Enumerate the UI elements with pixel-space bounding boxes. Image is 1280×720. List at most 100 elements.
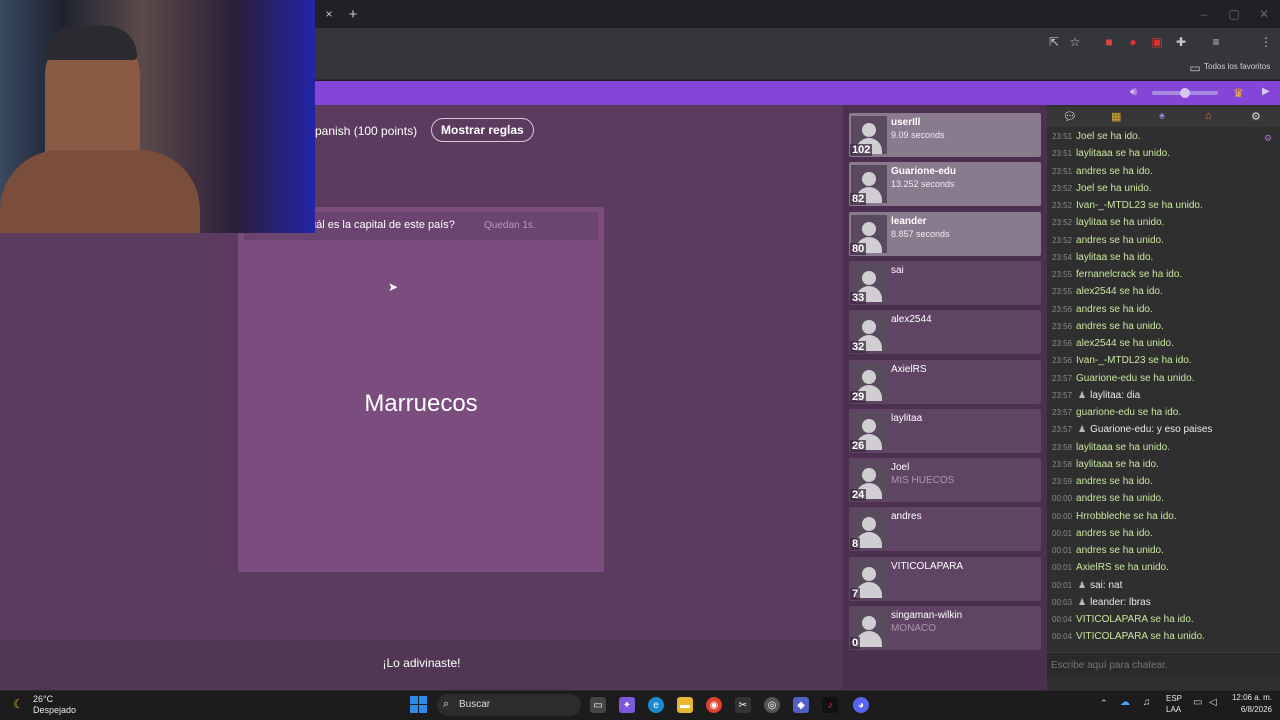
chat-text: Joel se ha unido. <box>1076 182 1152 194</box>
player-points: 7 <box>850 587 861 600</box>
chat-text: andres se ha unido. <box>1076 234 1164 246</box>
language-top[interactable]: ESP <box>1166 694 1182 703</box>
video-extension-icon[interactable]: ▣ <box>1149 34 1165 50</box>
settings-gear-icon[interactable]: ⚙ <box>1251 110 1261 123</box>
webcam-overlay <box>0 0 315 233</box>
player-points: 33 <box>850 291 867 304</box>
score-card[interactable]: 26 laylitaa <box>849 408 1041 453</box>
edge-icon[interactable]: e <box>648 697 664 713</box>
medal-icon[interactable]: ♠ <box>1159 110 1165 122</box>
install-app-icon[interactable]: ⇱ <box>1046 34 1062 50</box>
player-name: laylitaa <box>891 412 923 424</box>
chat-timestamp: 23:52 <box>1052 235 1073 245</box>
tray-cloud-icon[interactable]: ☁ <box>1120 697 1130 708</box>
all-bookmarks-link[interactable]: Todos los favoritos <box>1204 62 1270 71</box>
chat-timestamp: 23:51 <box>1052 149 1073 159</box>
score-card[interactable]: 102 userIll 9.09 seconds <box>849 113 1041 157</box>
chat-line: 23:57 ♟ laylitaa: dia <box>1052 390 1140 401</box>
tiktok-icon[interactable]: ♪ <box>822 697 838 713</box>
window-close-icon[interactable]: ✕ <box>1256 6 1272 22</box>
chat-text: leander: lbras <box>1090 596 1151 608</box>
timer-text: Quedan 1s. <box>484 220 536 231</box>
microphone-icon[interactable]: ♫ <box>1143 697 1151 708</box>
player-points: 29 <box>850 390 867 403</box>
score-card[interactable]: 32 alex2544 <box>849 310 1041 355</box>
volume-slider-handle[interactable] <box>1180 88 1190 98</box>
task-view-icon[interactable]: ▭ <box>590 697 606 713</box>
chat-text: andres se ha ido. <box>1076 165 1153 177</box>
crown-icon[interactable]: ♛ <box>1233 86 1244 100</box>
maximize-icon[interactable]: ▢ <box>1226 6 1242 22</box>
chat-text: Ivan-_-MTDL23 se ha ido. <box>1076 355 1192 367</box>
windows-start-icon[interactable] <box>410 696 427 713</box>
chat-text: laylitaa: dia <box>1090 389 1141 401</box>
capcut-icon[interactable]: ✂ <box>735 697 751 713</box>
media-controls-icon[interactable]: ≡ <box>1208 34 1224 50</box>
score-card[interactable]: 8 andres <box>849 507 1041 552</box>
chat-timestamp: 23:51 <box>1052 166 1073 176</box>
home-icon[interactable]: ⌂ <box>1205 110 1212 122</box>
weather-temp[interactable]: 26°C <box>33 694 53 704</box>
chat-timestamp: 23:57 <box>1052 408 1073 417</box>
chrome-icon[interactable]: ◉ <box>706 697 722 713</box>
chat-timestamp: 23:56 <box>1052 339 1073 348</box>
recorder-extension-icon[interactable]: ● <box>1125 34 1141 50</box>
new-tab-button[interactable]: + <box>345 6 361 23</box>
chat-line: 23:54 laylitaa se ha ido. <box>1052 252 1153 263</box>
file-explorer-icon[interactable]: ▬ <box>677 697 693 713</box>
extensions-puzzle-icon[interactable]: ✚ <box>1173 34 1189 50</box>
chat-tabs: 💬︎ ▦ ♠ ⌂ ⚙ <box>1047 107 1280 127</box>
player-name: andres <box>891 511 922 523</box>
score-card[interactable]: 33 sai <box>849 260 1041 305</box>
chat-line: 00:01 andres se ha ido. <box>1052 528 1153 539</box>
score-card[interactable]: 80 leander 8.857 seconds <box>849 211 1041 256</box>
player-points: 26 <box>850 439 867 452</box>
tray-chevron-icon[interactable]: ⌃ <box>1100 698 1108 709</box>
chat-timestamp: 23:57 <box>1052 373 1073 383</box>
chat-timestamp: 00:04 <box>1052 632 1073 642</box>
user-icon: ♟ <box>1078 389 1087 400</box>
score-card[interactable]: 29 AxielRS <box>849 359 1041 404</box>
show-rules-button[interactable]: Mostrar reglas <box>431 118 534 142</box>
language-label: panish (100 points) <box>315 124 418 138</box>
chat-line: 23:58 laylitaaa se ha unido. <box>1052 442 1170 453</box>
chat-line: 23:52 Joel se ha unido. <box>1052 183 1152 194</box>
speaker-icon[interactable]: ◁ <box>1209 697 1217 708</box>
clock-time[interactable]: 12:06 a. m. <box>1228 693 1272 702</box>
discord-icon[interactable]: ◕ <box>853 697 869 713</box>
chat-timestamp: 23:59 <box>1052 477 1073 486</box>
score-card[interactable]: 82 Guarione-edu 13.252 seconds <box>849 162 1041 207</box>
chat-bubble-icon[interactable]: 💬︎ <box>1063 110 1077 123</box>
play-icon[interactable]: ▶ <box>1262 86 1270 97</box>
score-card[interactable]: 0 singaman-wilkin MONACO <box>849 606 1041 650</box>
network-icon[interactable]: ▭ <box>1193 697 1202 708</box>
app-icon[interactable]: ◆ <box>793 697 809 713</box>
minimize-icon[interactable]: – <box>1196 6 1212 22</box>
chat-line: 23:52 laylitaa se ha unido. <box>1052 217 1164 228</box>
copilot-icon[interactable]: ✦ <box>619 697 635 713</box>
taskbar-search-box[interactable]: ⌕ Buscar <box>437 694 581 716</box>
language-bottom[interactable]: LAA <box>1166 705 1181 714</box>
close-tab-icon[interactable]: × <box>321 6 337 22</box>
chat-timestamp: 23:55 <box>1052 287 1073 297</box>
trophy-icon[interactable]: ▦ <box>1111 110 1121 123</box>
extension-icon[interactable]: ■ <box>1101 34 1117 50</box>
volume-icon[interactable]: 🔊︎ <box>1130 86 1137 99</box>
obs-icon[interactable]: ◎ <box>764 697 780 713</box>
bookmark-star-icon[interactable]: ☆ <box>1067 34 1083 50</box>
chat-line: 23:56 andres se ha ido. <box>1052 304 1153 315</box>
weather-desc[interactable]: Despejado <box>33 705 76 715</box>
chat-text: guarione-edu se ha ido. <box>1076 407 1182 418</box>
chat-timestamp: 23:54 <box>1052 252 1073 262</box>
clock-date[interactable]: 6/8/2026 <box>1228 705 1272 714</box>
chat-timestamp: 23:52 <box>1052 183 1073 193</box>
score-card[interactable]: 7 VITICOLAPARA <box>849 556 1041 601</box>
chat-timestamp: 00:01 <box>1052 528 1073 538</box>
player-name: sai <box>891 264 904 276</box>
chat-input[interactable] <box>1051 657 1275 673</box>
result-status: ¡Lo adivinaste! <box>382 656 461 670</box>
score-card[interactable]: 24 Joel MIS HUECOS <box>849 458 1041 503</box>
chat-text: fernanelcrack se ha ido. <box>1076 269 1183 280</box>
chat-line: 00:04 VITICOLAPARA se ha unido. <box>1052 631 1205 642</box>
kebab-menu-icon[interactable]: ⋮ <box>1258 34 1274 50</box>
